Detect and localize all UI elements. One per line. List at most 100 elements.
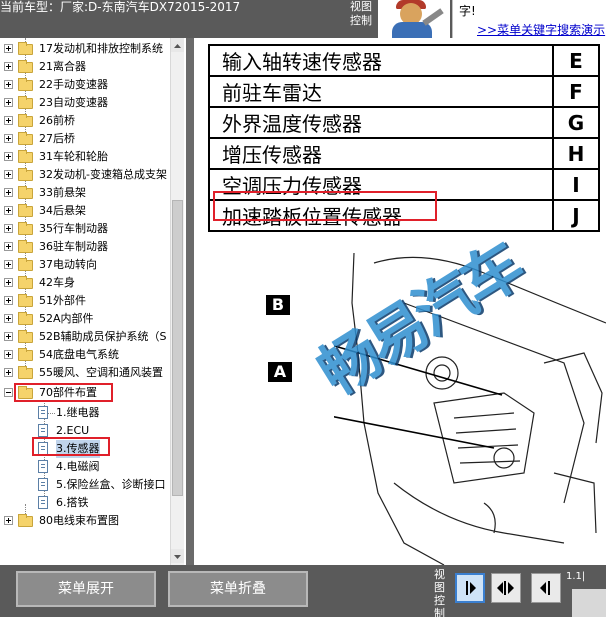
fit-both-button[interactable] bbox=[491, 573, 521, 603]
tree-folder[interactable]: 42车身 bbox=[0, 274, 170, 292]
document-viewer: 输入轴转速传感器 E 前驻车雷达 F 外界温度传感器 G 增压传感器 H 空调压… bbox=[194, 38, 606, 565]
folder-icon bbox=[18, 42, 33, 55]
expand-icon[interactable] bbox=[4, 516, 13, 525]
scroll-up-arrow-icon[interactable] bbox=[171, 38, 184, 52]
expand-icon[interactable] bbox=[4, 332, 13, 341]
folder-icon bbox=[18, 514, 33, 527]
document-icon bbox=[38, 478, 48, 491]
expand-icon[interactable] bbox=[4, 296, 13, 305]
expand-icon[interactable] bbox=[4, 314, 13, 323]
highlight-box bbox=[213, 191, 437, 221]
tree-folder[interactable]: 36驻车制动器 bbox=[0, 238, 170, 256]
folder-icon bbox=[18, 186, 33, 199]
folder-icon bbox=[18, 96, 33, 109]
arrows-expand-icon bbox=[497, 581, 514, 595]
expand-icon[interactable] bbox=[4, 134, 13, 143]
scroll-down-arrow-icon[interactable] bbox=[171, 549, 184, 563]
tree-folder[interactable]: 32发动机-变速箱总成支架 bbox=[0, 166, 170, 184]
table-row: 输入轴转速传感器 E bbox=[208, 44, 600, 77]
current-car-model: 当前车型：厂家:D-东南汽车DX72015-2017 bbox=[0, 0, 241, 14]
expand-icon[interactable] bbox=[4, 188, 13, 197]
folder-icon bbox=[18, 168, 33, 181]
table-row: 前驻车雷达 F bbox=[208, 75, 600, 108]
highlight-box bbox=[32, 437, 110, 456]
search-demo-link[interactable]: >>菜单关键字搜索演示 bbox=[477, 21, 605, 38]
corner-panel bbox=[572, 589, 606, 617]
document-icon bbox=[38, 460, 48, 473]
expand-icon[interactable] bbox=[4, 206, 13, 215]
expand-icon[interactable] bbox=[4, 98, 13, 107]
tree-folder[interactable]: 35行车制动器 bbox=[0, 220, 170, 238]
tree-leaf[interactable]: 4.电磁阀 bbox=[0, 458, 170, 476]
fit-left-button[interactable] bbox=[531, 573, 561, 603]
callout-b: B bbox=[266, 295, 290, 315]
folder-icon bbox=[18, 330, 33, 343]
expand-icon[interactable] bbox=[4, 116, 13, 125]
help-panel: 字! >>菜单关键字搜索演示 bbox=[452, 0, 606, 38]
tree-folder[interactable]: 26前桥 bbox=[0, 112, 170, 130]
fit-right-button[interactable] bbox=[455, 573, 485, 603]
folder-icon bbox=[18, 204, 33, 217]
folder-icon bbox=[18, 366, 33, 379]
expand-icon[interactable] bbox=[4, 152, 13, 161]
tree-folder[interactable]: 27后桥 bbox=[0, 130, 170, 148]
collapse-icon[interactable] bbox=[4, 388, 13, 397]
expand-menu-button[interactable]: 菜单展开 bbox=[16, 571, 156, 607]
tree-folder[interactable]: 37电动转向 bbox=[0, 256, 170, 274]
expand-icon[interactable] bbox=[4, 170, 13, 179]
folder-icon bbox=[18, 114, 33, 127]
collapse-menu-button[interactable]: 菜单折叠 bbox=[168, 571, 308, 607]
tree-scrollbar[interactable] bbox=[170, 38, 184, 565]
tree-folder[interactable]: 31车轮和轮胎 bbox=[0, 148, 170, 166]
tree-folder[interactable]: 52B辅助成员保护系统（S bbox=[0, 328, 170, 346]
folder-icon bbox=[18, 222, 33, 235]
folder-icon bbox=[18, 60, 33, 73]
document-icon bbox=[38, 424, 48, 437]
folder-icon bbox=[18, 348, 33, 361]
view-control-label: 视图控制 bbox=[350, 0, 372, 27]
highlight-box bbox=[14, 383, 113, 402]
tree-folder[interactable]: 34后悬架 bbox=[0, 202, 170, 220]
expand-icon[interactable] bbox=[4, 368, 13, 377]
tree-folder[interactable]: 52A内部件 bbox=[0, 310, 170, 328]
scrollbar-thumb[interactable] bbox=[172, 200, 183, 496]
arrow-left-icon bbox=[540, 581, 550, 595]
folder-icon bbox=[18, 150, 33, 163]
folder-icon bbox=[18, 240, 33, 253]
tree-folder[interactable]: 54底盘电气系统 bbox=[0, 346, 170, 364]
expand-icon[interactable] bbox=[4, 224, 13, 233]
table-row: 外界温度传感器 G bbox=[208, 106, 600, 139]
top-bar: 当前车型：厂家:D-东南汽车DX72015-2017 视图控制 字! >>菜单关… bbox=[0, 0, 606, 38]
folder-icon bbox=[18, 78, 33, 91]
callout-a: A bbox=[268, 362, 292, 382]
document-icon bbox=[38, 496, 48, 509]
tree-leaf[interactable]: 5.保险丝盒、诊断接口 bbox=[0, 476, 170, 494]
expand-icon[interactable] bbox=[4, 242, 13, 251]
folder-icon bbox=[18, 276, 33, 289]
panel-splitter[interactable] bbox=[186, 38, 194, 565]
expand-icon[interactable] bbox=[4, 260, 13, 269]
tree-folder[interactable]: 51外部件 bbox=[0, 292, 170, 310]
tree-folder[interactable]: 21离合器 bbox=[0, 58, 170, 76]
expand-icon[interactable] bbox=[4, 350, 13, 359]
tree-folder[interactable]: 22手动变速器 bbox=[0, 76, 170, 94]
tree-leaf[interactable]: 1.继电器 bbox=[0, 404, 170, 422]
tree-leaf[interactable]: 6.搭铁 bbox=[0, 494, 170, 512]
tree-folder[interactable]: 23自动变速器 bbox=[0, 94, 170, 112]
mechanic-mascot-icon bbox=[378, 0, 450, 38]
folder-icon bbox=[18, 132, 33, 145]
tree-folder[interactable]: 17发动机和排放控制系统 bbox=[0, 40, 170, 58]
folder-icon bbox=[18, 294, 33, 307]
expand-icon[interactable] bbox=[4, 62, 13, 71]
tree-folder[interactable]: 80电线束布置图 bbox=[0, 512, 170, 530]
folder-icon bbox=[18, 258, 33, 271]
expand-icon[interactable] bbox=[4, 278, 13, 287]
table-row: 增压传感器 H bbox=[208, 137, 600, 170]
tree-folder[interactable]: 33前悬架 bbox=[0, 184, 170, 202]
bottom-toolbar: 菜单展开 菜单折叠 视图控制 1.1| bbox=[0, 565, 606, 620]
tree-folder[interactable]: 55暖风、空调和通风装置 bbox=[0, 364, 170, 382]
expand-icon[interactable] bbox=[4, 80, 13, 89]
expand-icon[interactable] bbox=[4, 44, 13, 53]
folder-icon bbox=[18, 312, 33, 325]
view-control-label: 视图控制 bbox=[434, 568, 445, 620]
